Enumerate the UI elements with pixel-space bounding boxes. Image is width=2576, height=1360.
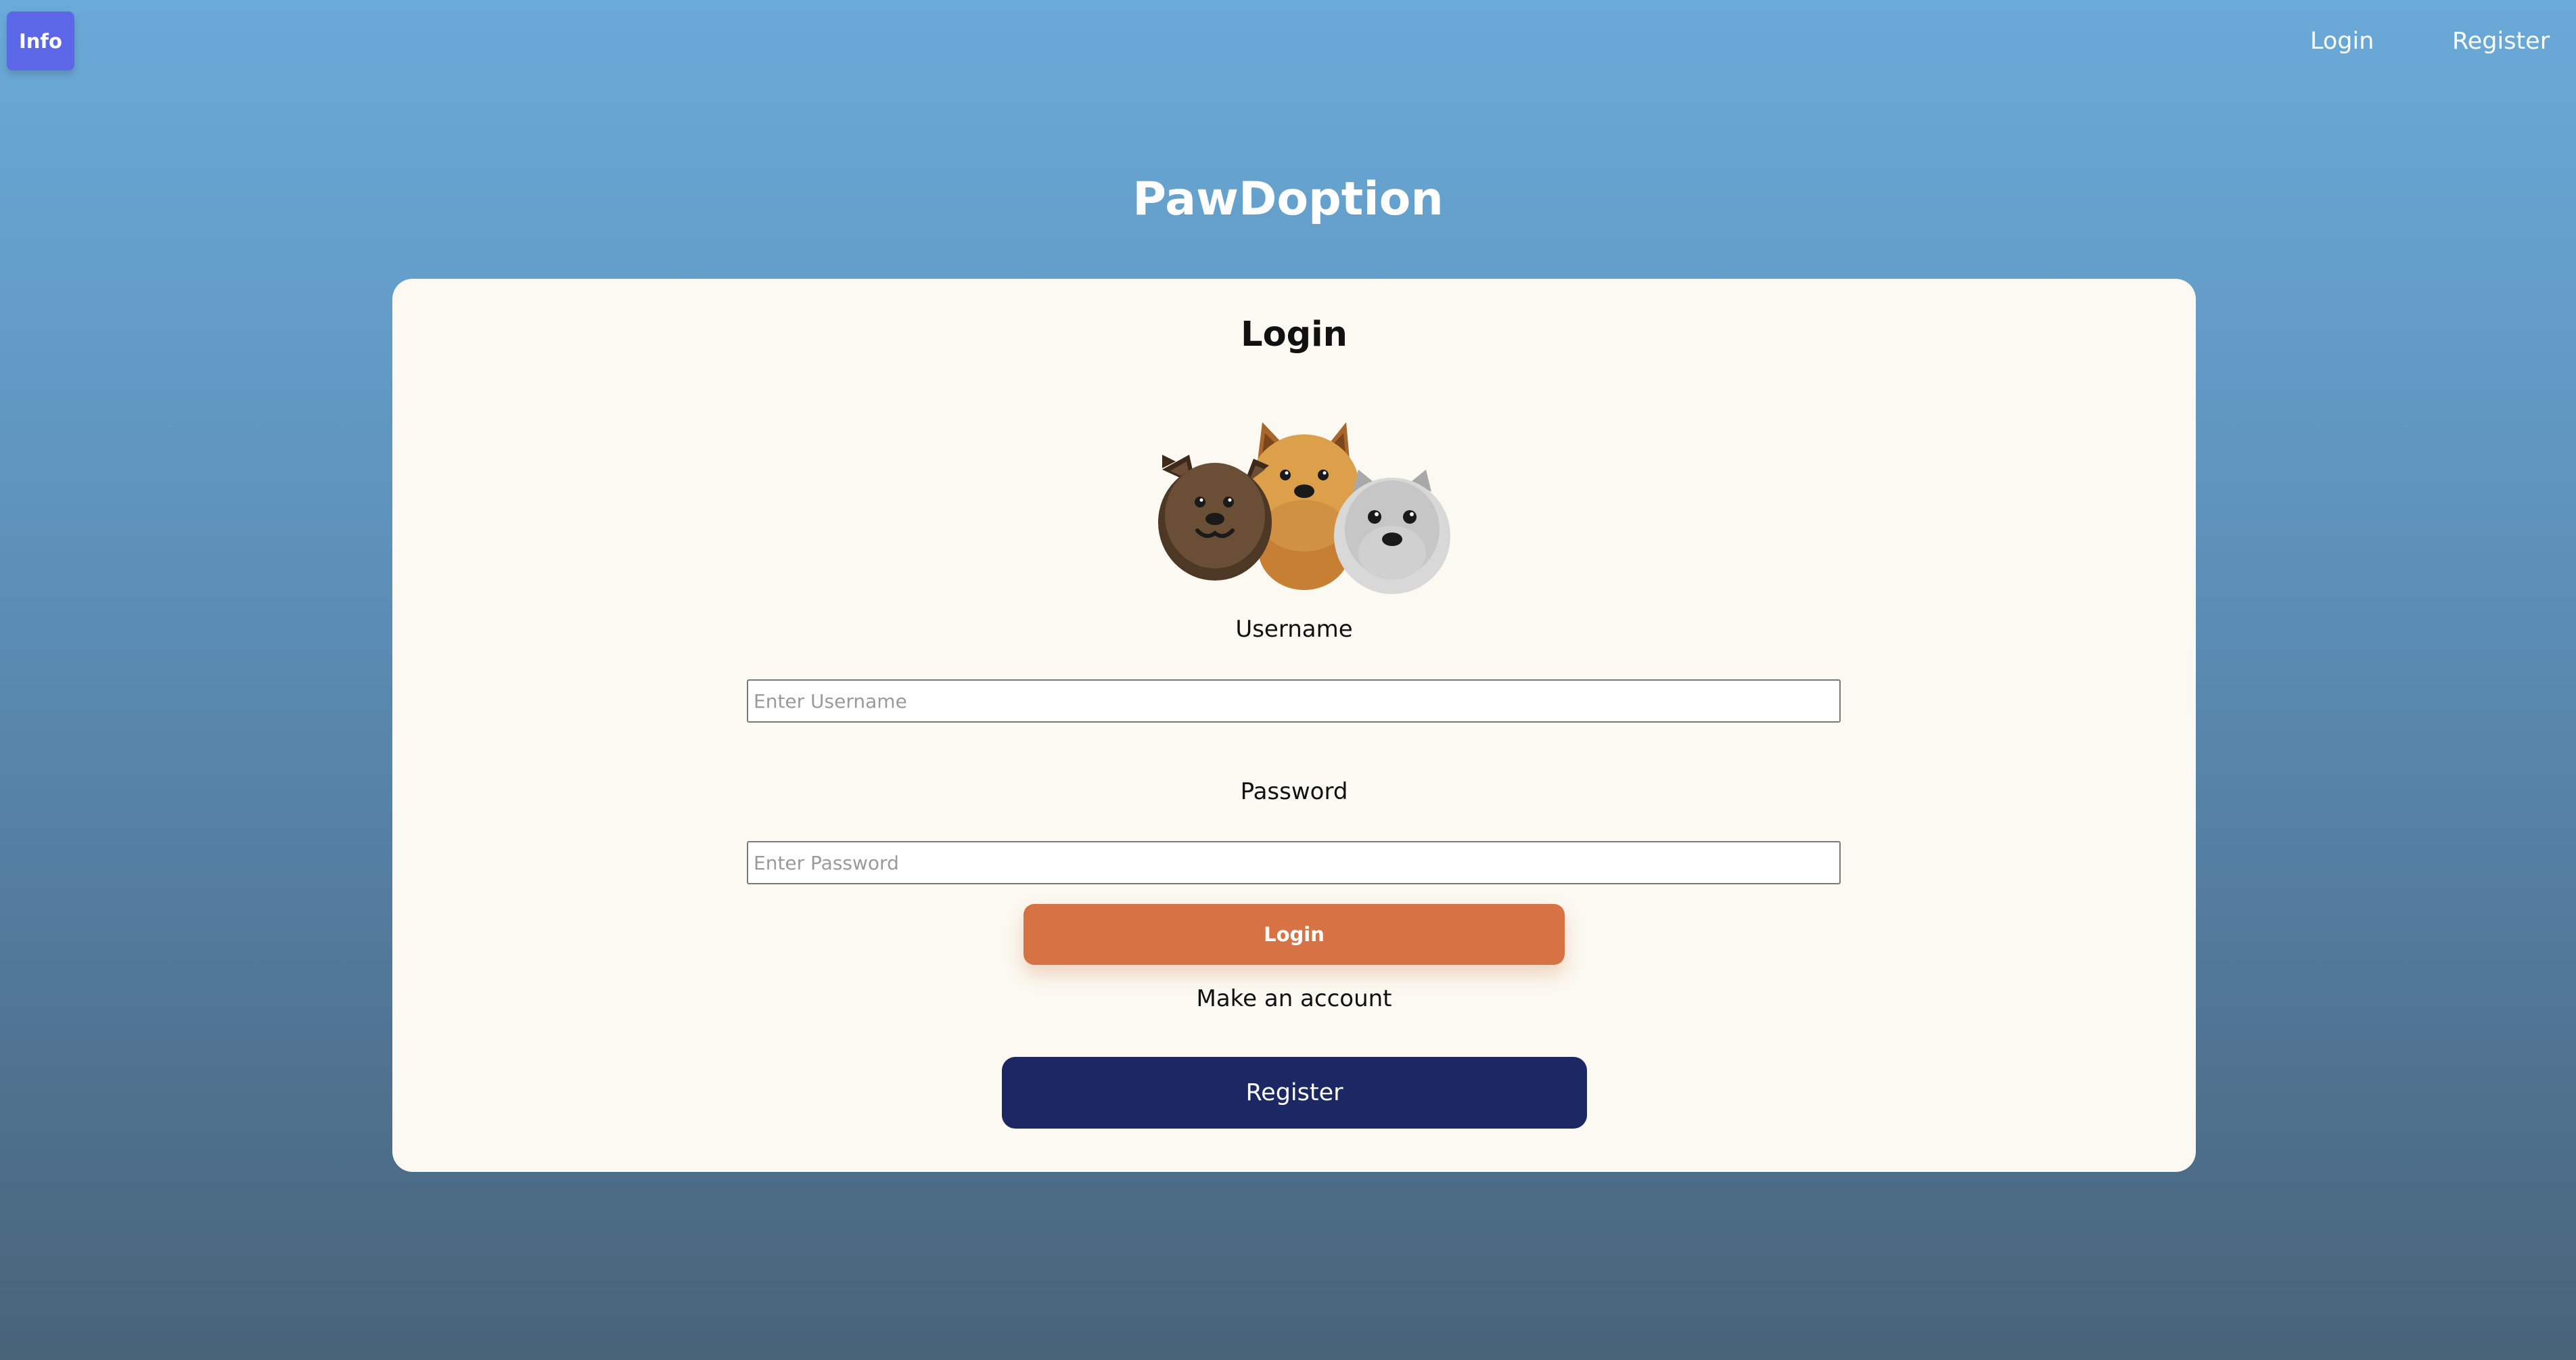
register-button[interactable]: Register (1002, 1057, 1587, 1129)
username-label: Username (1235, 616, 1353, 643)
username-input[interactable] (747, 679, 1841, 723)
brown-dog-icon (1158, 455, 1272, 581)
password-label: Password (1240, 778, 1348, 805)
dogs-mascot-icon (1158, 422, 1450, 594)
login-card: Login Username Enter Username Password L… (392, 279, 2196, 1172)
password-input[interactable] (747, 841, 1841, 884)
login-heading: Login (1241, 315, 1348, 355)
info-button[interactable]: Info (7, 12, 74, 70)
app-title: PawDoption (1132, 173, 1444, 226)
login-button[interactable]: Login (1024, 904, 1565, 965)
nav-login-link[interactable]: Login (2310, 24, 2374, 58)
nav-register-link[interactable]: Register (2452, 24, 2550, 58)
make-account-text: Make an account (1196, 985, 1392, 1012)
